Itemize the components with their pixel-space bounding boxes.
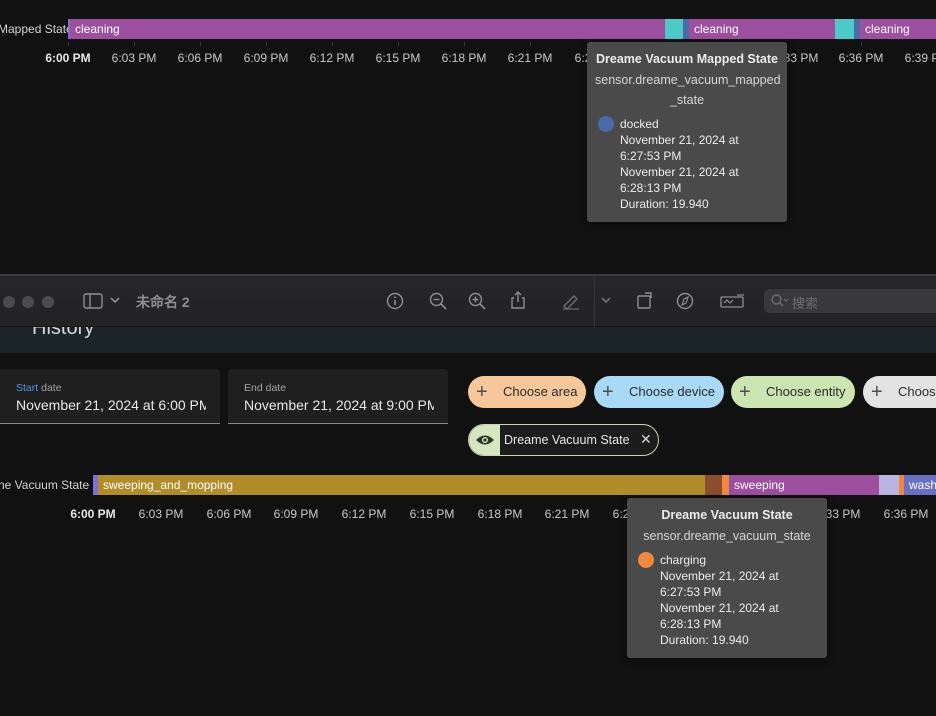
plus-icon: +: [476, 381, 488, 403]
tooltip-state: charging: [660, 553, 707, 567]
bottom-seg-sweeping-and-mopping[interactable]: sweeping_and_mopping: [98, 475, 705, 495]
search-icon: [770, 293, 790, 314]
top-tick-0: 6:00 PM: [45, 51, 91, 65]
chevron-down-icon[interactable]: [109, 293, 121, 312]
tooltip-state: docked: [620, 117, 659, 131]
plus-icon: +: [871, 381, 883, 403]
top-tick-9: 33 PM: [783, 51, 819, 65]
tooltip-start-time: 6:27:53 PM: [620, 149, 682, 163]
end-date-field[interactable]: End date November 21, 2024 at 9:00 PM: [228, 369, 448, 424]
choose-entity-chip[interactable]: + Choose entity: [731, 376, 855, 408]
bottom-seg-sweeping[interactable]: sweeping: [729, 475, 879, 495]
document-title[interactable]: 未命名 2: [136, 292, 190, 312]
bottom-tick-10: 6:36 PM: [883, 507, 929, 521]
entity-chip-label: Dreame Vacuum State: [504, 433, 630, 447]
plus-icon: +: [739, 381, 751, 403]
top-timeline-bar[interactable]: cleaning cleaning cleaning: [68, 19, 936, 39]
markup-chevron-icon[interactable]: [600, 293, 612, 312]
tooltip-end-time: 6:28:13 PM: [620, 181, 682, 195]
zoom-window-button[interactable]: [42, 296, 54, 308]
end-date-label: End date: [244, 382, 287, 394]
top-tooltip: Dreame Vacuum Mapped State sensor.dreame…: [587, 42, 787, 222]
search-placeholder: 搜索: [792, 296, 819, 311]
bottom-tick-1: 6:03 PM: [138, 507, 184, 521]
page-title: History: [32, 327, 95, 339]
bottom-timeline-bar[interactable]: sweeping_and_mopping sweeping wash: [93, 475, 936, 495]
toolbar-separator: [594, 276, 595, 327]
tooltip-entity-id: sensor.dreame_vacuum_state: [643, 529, 811, 543]
top-tick-11: 6:39 P: [904, 51, 936, 65]
end-date-value: November 21, 2024 at 9:00 PM: [244, 397, 434, 413]
markup-pen-icon[interactable]: [561, 292, 581, 315]
tooltip-title: Dreame Vacuum State: [661, 508, 793, 522]
state-color-dot: [598, 116, 614, 132]
tooltip-end-date: November 21, 2024 at: [660, 601, 779, 615]
bottom-seg-wash[interactable]: wash: [904, 475, 936, 495]
top-tick-1: 6:03 PM: [111, 51, 157, 65]
signature-icon[interactable]: [720, 293, 746, 314]
top-tick-5: 6:15 PM: [375, 51, 421, 65]
bottom-seg-2[interactable]: [705, 475, 722, 495]
top-row-label: Mapped State: [0, 22, 73, 36]
top-seg-cleaning-3[interactable]: cleaning: [860, 19, 936, 39]
bottom-tick-0: 6:00 PM: [70, 507, 116, 521]
top-tick-6: 6:18 PM: [441, 51, 487, 65]
tooltip-duration: Duration: 19.940: [620, 197, 709, 211]
share-icon[interactable]: [509, 290, 527, 315]
top-axis: 6:00 PM 6:03 PM 6:06 PM 6:09 PM 6:12 PM …: [0, 42, 936, 66]
search-field[interactable]: 搜索: [764, 289, 936, 313]
bottom-seg-charging[interactable]: [722, 475, 729, 495]
eye-icon: [469, 425, 500, 455]
choose-label-chip[interactable]: +Choose: [863, 376, 936, 408]
bottom-tooltip: Dreame Vacuum State sensor.dreame_vacuum…: [627, 498, 827, 658]
tooltip-entity-id: sensor.dreame_vacuum_mapped: [595, 73, 781, 87]
choose-area-chip[interactable]: + Choose area: [468, 376, 586, 408]
top-tick-4: 6:12 PM: [309, 51, 355, 65]
tooltip-start-date: November 21, 2024 at: [660, 569, 779, 583]
top-tick-3: 6:09 PM: [243, 51, 289, 65]
tooltip-duration: Duration: 19.940: [660, 633, 749, 647]
bottom-tick-6: 6:18 PM: [477, 507, 523, 521]
top-seg-5[interactable]: [835, 19, 854, 39]
history-header: History: [0, 327, 936, 353]
annotate-icon[interactable]: [676, 292, 694, 315]
close-window-button[interactable]: [3, 296, 15, 308]
plus-icon: +: [602, 381, 614, 403]
top-seg-cleaning-2[interactable]: cleaning: [689, 19, 835, 39]
start-date-value: November 21, 2024 at 6:00 PM: [16, 397, 206, 413]
screen: Mapped State cleaning cleaning cleaning …: [0, 0, 936, 716]
bottom-tick-4: 6:12 PM: [341, 507, 387, 521]
top-tick-2: 6:06 PM: [177, 51, 223, 65]
zoom-out-icon[interactable]: [429, 292, 447, 315]
state-color-dot: [638, 552, 654, 568]
bottom-row-label: ne Vacuum State: [0, 478, 90, 492]
top-seg-cleaning-1[interactable]: cleaning: [70, 19, 665, 39]
top-tick-7: 6:21 PM: [507, 51, 553, 65]
close-icon[interactable]: ✕: [640, 431, 652, 448]
entity-chip[interactable]: Dreame Vacuum State ✕: [468, 424, 659, 456]
bottom-tick-3: 6:09 PM: [273, 507, 319, 521]
tooltip-end-date: November 21, 2024 at: [620, 165, 739, 179]
rotate-icon[interactable]: [636, 290, 654, 315]
info-icon[interactable]: [386, 292, 404, 315]
bottom-tick-2: 6:06 PM: [206, 507, 252, 521]
bottom-tick-7: 6:21 PM: [544, 507, 590, 521]
choose-device-chip[interactable]: + Choose device: [594, 376, 724, 408]
minimize-window-button[interactable]: [22, 296, 34, 308]
start-date-label: Start date: [16, 382, 62, 394]
tooltip-title: Dreame Vacuum Mapped State: [595, 52, 778, 66]
preview-toolbar: 未命名 2 搜索: [0, 276, 936, 327]
start-date-field[interactable]: Start date November 21, 2024 at 6:00 PM: [0, 369, 220, 424]
top-seg-2[interactable]: [665, 19, 683, 39]
bottom-seg-5[interactable]: [879, 475, 899, 495]
bottom-tick-5: 6:15 PM: [409, 507, 455, 521]
tooltip-start-time: 6:27:53 PM: [660, 585, 722, 599]
tooltip-end-time: 6:28:13 PM: [660, 617, 722, 631]
tooltip-start-date: November 21, 2024 at: [620, 133, 739, 147]
tooltip-entity-id-cont: _state: [669, 93, 705, 107]
sidebar-icon[interactable]: [83, 293, 103, 314]
top-tick-10: 6:36 PM: [838, 51, 884, 65]
zoom-in-icon[interactable]: [468, 292, 486, 315]
